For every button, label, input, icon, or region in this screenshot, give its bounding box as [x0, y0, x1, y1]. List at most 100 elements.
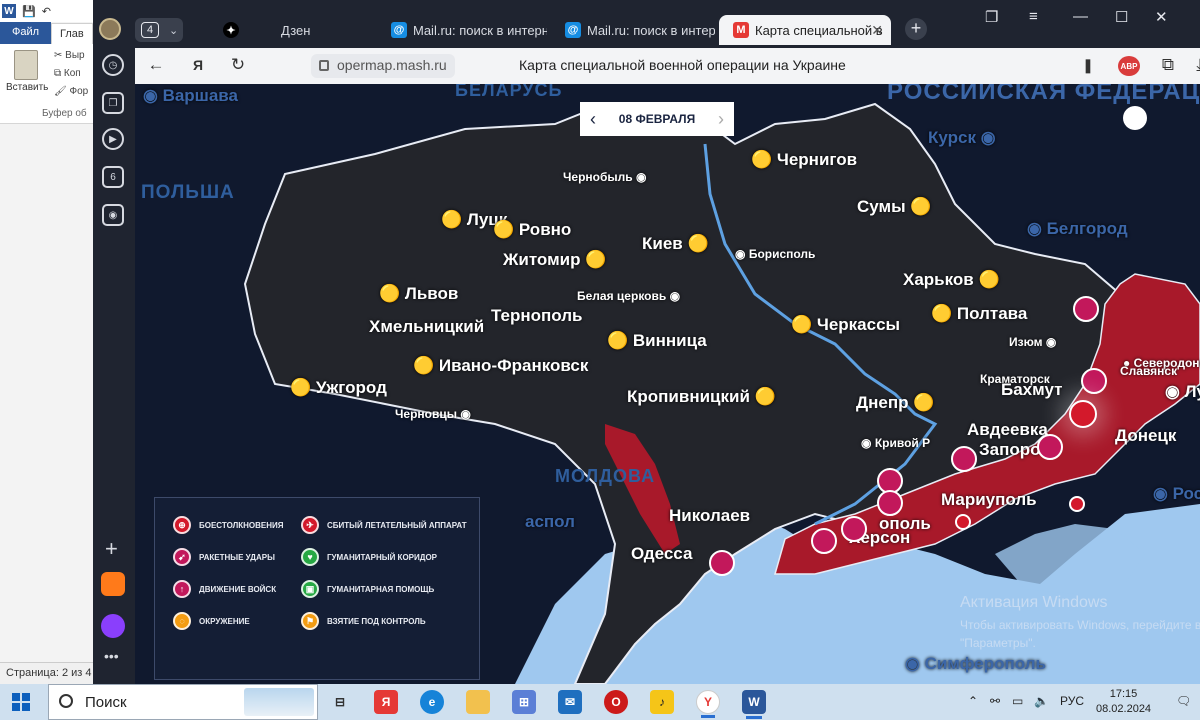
- legend-item[interactable]: ⚑ ВЗЯТИЕ ПОД КОНТРОЛЬ: [301, 612, 426, 630]
- city-label[interactable]: Харьков 🟡: [903, 270, 1000, 290]
- clash-icon[interactable]: [1069, 496, 1085, 512]
- store-icon[interactable]: ⊞: [512, 690, 536, 714]
- reload-icon[interactable]: ↻: [227, 55, 249, 75]
- menu-icon[interactable]: ≡: [1029, 8, 1038, 25]
- city-label[interactable]: Киев 🟡: [642, 234, 709, 254]
- city-label[interactable]: Николаев: [669, 506, 750, 526]
- yandex-icon[interactable]: Я: [187, 57, 209, 73]
- city-label[interactable]: Бахмут: [1001, 380, 1062, 400]
- mail-client-icon[interactable]: ✉: [558, 690, 582, 714]
- windows-start-icon[interactable]: [12, 693, 30, 711]
- alice-icon[interactable]: [101, 614, 125, 638]
- missile-icon[interactable]: [709, 550, 735, 576]
- city-label[interactable]: 🟡 Ивано-Франковск: [413, 356, 588, 376]
- missile-icon[interactable]: [1073, 296, 1099, 322]
- back-icon[interactable]: ←: [145, 55, 167, 75]
- play-icon[interactable]: ▶: [102, 128, 124, 150]
- prev-date-icon[interactable]: ‹: [590, 109, 596, 130]
- missile-icon[interactable]: [811, 528, 837, 554]
- city-label[interactable]: ◉ Луганск: [1165, 382, 1200, 402]
- profile-avatar[interactable]: [99, 18, 121, 40]
- tab-mash-map[interactable]: M Карта специальной в ✕: [719, 15, 891, 45]
- city-label[interactable]: Изюм ◉: [1009, 335, 1056, 349]
- copy-button[interactable]: ⧉ Коп: [54, 68, 81, 79]
- city-label[interactable]: Авдеевка: [967, 420, 1048, 440]
- collections-icon[interactable]: ❐: [102, 92, 124, 114]
- minimize-icon[interactable]: —: [1073, 8, 1088, 25]
- legend-item[interactable]: ↑ ДВИЖЕНИЕ ВОЙСК: [173, 580, 276, 598]
- legend-item[interactable]: ⊕ БОЕСТОЛКНОВЕНИЯ: [173, 516, 283, 534]
- legend-item[interactable]: ▣ ГУМАНИТАРНАЯ ПОМОЩЬ: [301, 580, 434, 598]
- yandex-taskbar-icon[interactable]: Y: [696, 690, 720, 718]
- yandex-browser-icon[interactable]: Я: [374, 690, 398, 714]
- chevron-up-icon[interactable]: ⌃: [968, 694, 978, 708]
- extensions-icon[interactable]: ⧉: [1157, 55, 1179, 75]
- sidebar-badge[interactable]: 6: [102, 166, 124, 188]
- city-label[interactable]: 🟡 Ужгород: [290, 378, 387, 398]
- history-icon[interactable]: ◷: [102, 54, 124, 76]
- city-label[interactable]: Мариуполь: [941, 490, 1037, 510]
- save-icon[interactable]: 💾: [22, 5, 36, 18]
- city-label[interactable]: Черновцы ◉: [395, 407, 471, 421]
- city-label[interactable]: 🟡 Чернигов: [751, 150, 857, 170]
- date-selector[interactable]: ‹ 08 ФЕВРАЛЯ ›: [580, 102, 734, 136]
- operation-map[interactable]: ‹ 08 ФЕВРАЛЯ › БЕЛАРУСЬ РОССИЙСКАЯ ФЕДЕР…: [135, 84, 1200, 684]
- missile-icon[interactable]: [841, 516, 867, 542]
- missile-icon[interactable]: [951, 446, 977, 472]
- tab-mail-2[interactable]: @ Mail.ru: поиск в интерн: [551, 15, 715, 45]
- city-label[interactable]: Житомир 🟡: [503, 250, 606, 270]
- city-label[interactable]: Кропивницкий 🟡: [627, 387, 776, 407]
- mail-app-icon[interactable]: [101, 572, 125, 596]
- city-label[interactable]: ◉ Борисполь: [735, 247, 815, 261]
- more-icon[interactable]: •••: [104, 648, 119, 664]
- bookmark-icon[interactable]: ❚: [1077, 57, 1099, 74]
- word-tab-file[interactable]: Файл: [0, 22, 52, 44]
- file-explorer-icon[interactable]: [466, 690, 490, 714]
- volume-icon[interactable]: 🔈: [1034, 694, 1049, 708]
- bookmarks-icon[interactable]: ❐: [985, 8, 998, 26]
- opera-icon[interactable]: O: [604, 690, 628, 714]
- city-label[interactable]: 🟡 Винница: [607, 331, 707, 351]
- city-label[interactable]: 🟡 Ровно: [493, 220, 571, 240]
- legend-item[interactable]: ✈ СБИТЫЙ ЛЕТАТЕЛЬНЫЙ АППАРАТ: [301, 516, 467, 534]
- keyboard-language[interactable]: РУС: [1060, 694, 1084, 708]
- new-tab-button[interactable]: +: [905, 18, 927, 40]
- clock[interactable]: 17:15 08.02.2024: [1096, 687, 1151, 717]
- close-icon[interactable]: ✕: [871, 22, 883, 39]
- city-label[interactable]: Запоро: [979, 440, 1041, 460]
- city-label[interactable]: Днепр 🟡: [856, 393, 934, 413]
- adblock-icon[interactable]: ABP: [1118, 56, 1140, 76]
- city-label[interactable]: Славянск: [1120, 364, 1177, 378]
- missile-icon[interactable]: [1037, 434, 1063, 460]
- cut-button[interactable]: ✂ Выр: [54, 50, 85, 61]
- word-taskbar-icon[interactable]: W: [742, 690, 766, 719]
- screenshot-icon[interactable]: ◉: [102, 204, 124, 226]
- city-label[interactable]: Белая церковь ◉: [577, 289, 680, 303]
- task-view-icon[interactable]: ⊟: [328, 690, 352, 714]
- map-fullscreen-button[interactable]: [1123, 106, 1147, 130]
- undo-icon[interactable]: ↶: [42, 5, 51, 18]
- legend-item[interactable]: ♥ ГУМАНИТАРНЫЙ КОРИДОР: [301, 548, 437, 566]
- next-date-icon[interactable]: ›: [718, 109, 724, 130]
- format-painter-button[interactable]: 🖌 Фор: [54, 86, 88, 97]
- address-bar[interactable]: opermap.mash.ru: [311, 54, 455, 78]
- city-label[interactable]: Одесса: [631, 544, 692, 564]
- tab-mail-1[interactable]: @ Mail.ru: поиск в интерн: [377, 15, 547, 45]
- city-label[interactable]: 🟡 Черкассы: [791, 315, 900, 335]
- clash-icon[interactable]: [955, 514, 971, 530]
- legend-item[interactable]: ➹ РАКЕТНЫЕ УДАРЫ: [173, 548, 275, 566]
- tab-count-button[interactable]: 4 ⌄: [135, 18, 183, 42]
- downed-aircraft-icon[interactable]: [1069, 400, 1097, 428]
- city-label[interactable]: Сумы 🟡: [857, 197, 932, 217]
- word-tab-home[interactable]: Глав: [51, 23, 93, 44]
- city-label[interactable]: 🟡 Полтава: [931, 304, 1027, 324]
- add-icon[interactable]: +: [105, 536, 118, 562]
- missile-icon[interactable]: [877, 490, 903, 516]
- yandex-music-icon[interactable]: ♪: [650, 690, 674, 714]
- city-label[interactable]: Хмельницкий: [369, 317, 484, 337]
- missile-icon[interactable]: [1081, 368, 1107, 394]
- close-window-icon[interactable]: ✕: [1155, 8, 1168, 26]
- city-label[interactable]: Тернополь: [491, 306, 583, 326]
- notifications-icon[interactable]: 🗨: [1176, 694, 1191, 708]
- edge-icon[interactable]: e: [420, 690, 444, 714]
